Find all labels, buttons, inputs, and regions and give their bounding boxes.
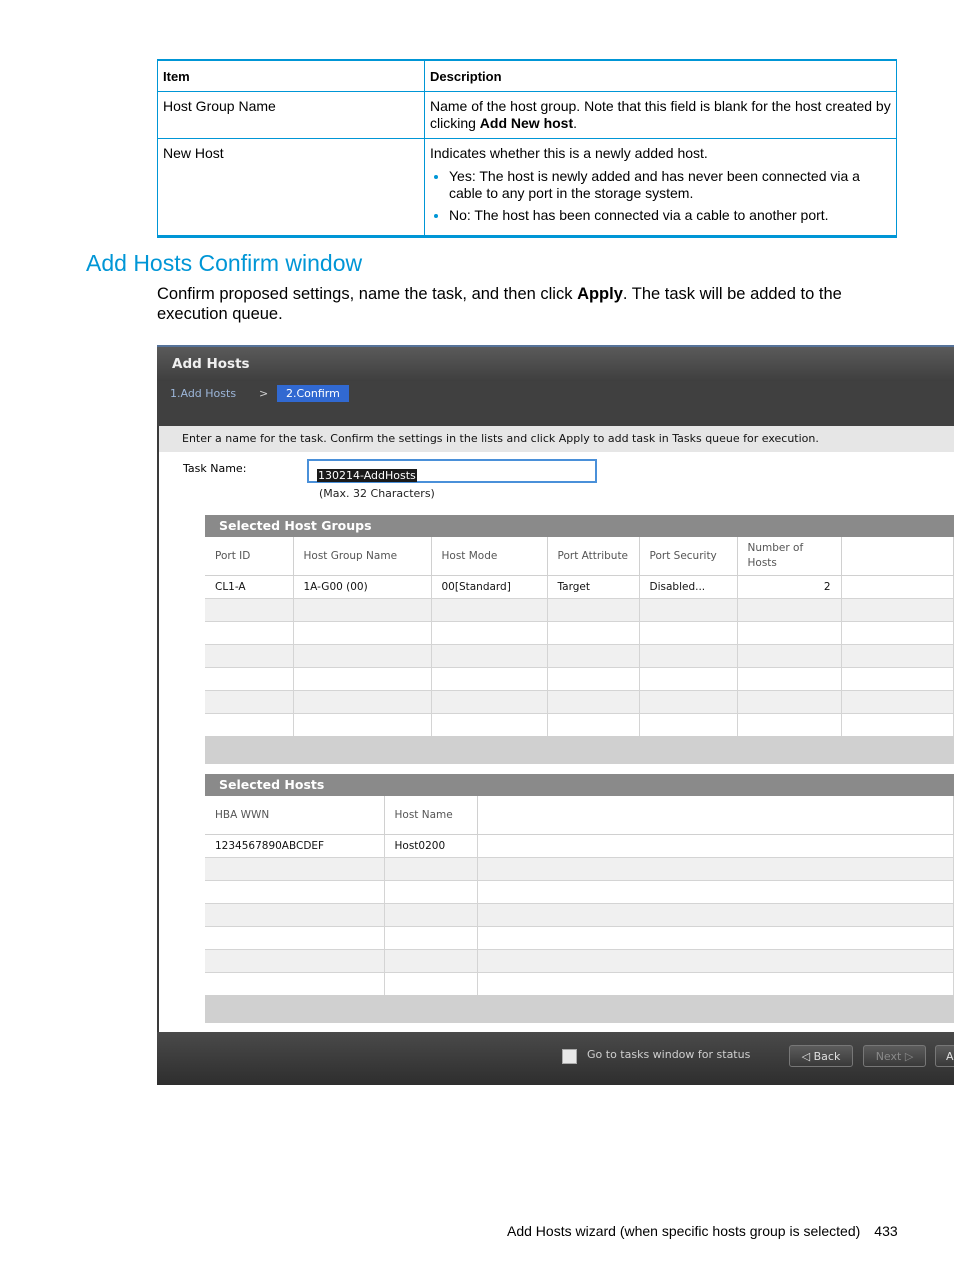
- table-row: New Host Indicates whether this is a new…: [157, 138, 897, 238]
- cell-host-group-name: 1A-G00 (00): [293, 575, 432, 599]
- task-name-hint: (Max. 32 Characters): [319, 487, 435, 500]
- hosts-title: Selected Hosts: [205, 774, 954, 796]
- col-host-group-name[interactable]: Host Group Name: [293, 537, 432, 576]
- col-empty: [841, 537, 954, 576]
- wizard-steps: 1.Add Hosts > 2.Confirm: [157, 381, 954, 426]
- col-port-id[interactable]: Port ID: [205, 537, 294, 576]
- bullet-text: No: The host has been connected via a ca…: [449, 207, 829, 223]
- table-header-row: Item Description: [157, 59, 897, 92]
- page-footer: Add Hosts wizard (when specific hosts gr…: [507, 1223, 898, 1239]
- description-table: Item Description Host Group Name Name of…: [157, 59, 897, 238]
- table-row: [205, 972, 954, 996]
- dialog-button-bar: Go to tasks window for status ◁ Back Nex…: [157, 1032, 954, 1085]
- host-groups-table: Port ID Host Group Name Host Mode Port A…: [205, 537, 954, 737]
- intro-text: Confirm proposed settings, name the task…: [157, 285, 578, 303]
- table-row: [205, 644, 954, 668]
- cell-port-security: Disabled...: [639, 575, 738, 599]
- table-row: [205, 690, 954, 714]
- bullet-list: Yes: The host is newly added and has nev…: [430, 168, 891, 224]
- table-row: [205, 621, 954, 645]
- desc-bold: Add New host: [479, 115, 574, 131]
- header-item: Item: [157, 59, 425, 92]
- bullet-item: No: The host has been connected via a ca…: [449, 207, 891, 224]
- col-port-attribute[interactable]: Port Attribute: [547, 537, 640, 576]
- section-title: Add Hosts Confirm window: [86, 250, 363, 276]
- cell-port-id: CL1-A: [205, 575, 294, 599]
- add-hosts-dialog: Add Hosts 1.Add Hosts > 2.Confirm Enter …: [157, 345, 954, 1085]
- table-row[interactable]: 1234567890ABCDEF Host0200: [205, 834, 954, 858]
- host-groups-title: Selected Host Groups: [205, 515, 954, 537]
- row-description: Indicates whether this is a newly added …: [424, 138, 897, 238]
- col-hba-wwn[interactable]: HBA WWN: [205, 796, 385, 835]
- hosts-header-row: HBA WWN Host Name: [205, 796, 954, 835]
- cell-host-name: Host0200: [384, 834, 478, 858]
- cell-hba-wwn: 1234567890ABCDEF: [205, 834, 385, 858]
- table-row: [205, 667, 954, 691]
- col-host-name[interactable]: Host Name: [384, 796, 478, 835]
- go-to-tasks-label: Go to tasks window for status: [587, 1048, 751, 1061]
- back-button[interactable]: ◁ Back: [789, 1045, 853, 1067]
- step-add-hosts[interactable]: 1.Add Hosts: [170, 387, 236, 400]
- task-name-value: 130214-AddHosts: [317, 469, 417, 482]
- page-number: 433: [874, 1223, 898, 1239]
- instruction-text: Enter a name for the task. Confirm the s…: [159, 426, 954, 452]
- col-host-mode[interactable]: Host Mode: [431, 537, 548, 576]
- cell-empty: [477, 834, 954, 858]
- col-port-security[interactable]: Port Security: [639, 537, 738, 576]
- table-row: Host Group Name Name of the host group. …: [157, 91, 897, 139]
- header-description: Description: [424, 59, 897, 92]
- task-name-label: Task Name:: [183, 462, 247, 475]
- desc-text: Indicates whether this is a newly added …: [430, 145, 708, 161]
- cell-number-of-hosts: 2: [737, 575, 842, 599]
- row-item: New Host: [157, 138, 425, 238]
- next-button[interactable]: Next ▷: [863, 1045, 926, 1067]
- col-empty: [477, 796, 954, 835]
- table-row: [205, 926, 954, 950]
- dialog-title: Add Hosts: [157, 347, 954, 381]
- hosts-table: HBA WWN Host Name 1234567890ABCDEF Host0…: [205, 796, 954, 996]
- intro-paragraph: Confirm proposed settings, name the task…: [157, 284, 892, 324]
- table-row: [205, 857, 954, 881]
- table-row: [205, 598, 954, 622]
- table-row: [205, 903, 954, 927]
- bullet-text: Yes: The host is newly added and has nev…: [449, 168, 860, 201]
- hosts-footer: [205, 995, 954, 1023]
- desc-text-end: .: [573, 115, 578, 131]
- apply-button[interactable]: A: [935, 1045, 954, 1067]
- step-confirm: 2.Confirm: [277, 385, 349, 402]
- col-number-of-hosts[interactable]: Number of Hosts: [737, 537, 842, 576]
- cell-host-mode: 00[Standard]: [431, 575, 548, 599]
- cell-port-attribute: Target: [547, 575, 640, 599]
- footer-text: Add Hosts wizard (when specific hosts gr…: [507, 1223, 861, 1239]
- host-groups-header-row: Port ID Host Group Name Host Mode Port A…: [205, 537, 954, 576]
- table-row[interactable]: CL1-A 1A-G00 (00) 00[Standard] Target Di…: [205, 575, 954, 599]
- row-description: Name of the host group. Note that this f…: [424, 91, 897, 139]
- table-row: [205, 880, 954, 904]
- step-separator: >: [259, 387, 269, 400]
- table-row: [205, 949, 954, 973]
- row-item: Host Group Name: [157, 91, 425, 139]
- go-to-tasks-checkbox[interactable]: [562, 1049, 577, 1064]
- cell-empty: [841, 575, 954, 599]
- host-groups-footer: [205, 736, 954, 764]
- task-name-input[interactable]: 130214-AddHosts: [307, 459, 597, 483]
- dialog-content: Enter a name for the task. Confirm the s…: [159, 426, 954, 1032]
- intro-bold: Apply: [577, 285, 623, 303]
- bullet-item: Yes: The host is newly added and has nev…: [449, 168, 891, 202]
- table-row: [205, 713, 954, 737]
